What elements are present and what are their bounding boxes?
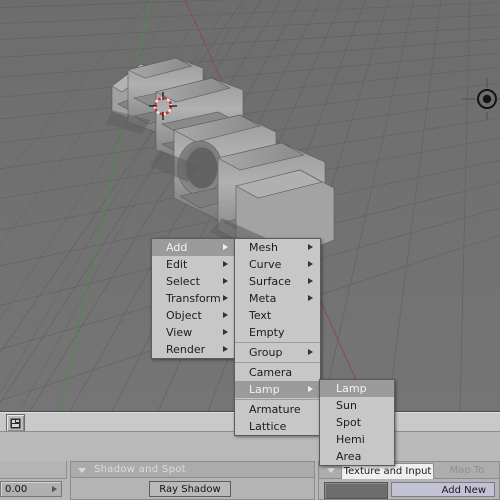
add-new-button[interactable]: Add New (391, 482, 495, 497)
menu-item-label: Spot (336, 416, 362, 429)
lamp-submenu-item-spot[interactable]: Spot (320, 414, 394, 431)
space-menu-item-edit[interactable]: Edit (152, 256, 235, 273)
menu-item-label: Surface (249, 275, 291, 288)
chevron-right-icon[interactable] (308, 278, 313, 284)
chevron-right-icon[interactable] (308, 261, 313, 267)
chevron-right-icon[interactable] (223, 295, 228, 301)
menu-item-label: Lamp (249, 383, 280, 396)
shadow-panel-body: Ray Shadow (70, 478, 315, 500)
numeric-field-value: 0.00 (5, 484, 28, 495)
numeric-field[interactable]: 0.00 (0, 481, 62, 497)
space-menu-item-transform[interactable]: Transform (152, 290, 235, 307)
shadow-and-spot-panel: Shadow and Spot Ray Shadow (70, 461, 315, 500)
menu-item-label: Lattice (249, 420, 287, 433)
blender-window: 0.00 Shadow and Spot Ray Shadow Texture … (0, 0, 500, 500)
chevron-right-icon[interactable] (52, 486, 57, 492)
menu-separator (235, 342, 320, 343)
menu-item-label: Empty (249, 326, 285, 339)
menu-item-label: Meta (249, 292, 277, 305)
add-menu[interactable]: Mesh Curve Surface Meta Text Empty Group Camera… (234, 238, 321, 436)
add-menu-item-empty[interactable]: Empty (235, 324, 320, 341)
chevron-right-icon[interactable] (308, 349, 313, 355)
chevron-right-icon[interactable] (308, 386, 313, 392)
chevron-right-icon[interactable] (223, 329, 228, 335)
chevron-right-icon[interactable] (308, 295, 313, 301)
menu-item-label: Hemi (336, 433, 365, 446)
add-menu-item-armature[interactable]: Armature (235, 401, 320, 418)
space-menu-item-render[interactable]: Render (152, 341, 235, 358)
menu-item-label: Object (166, 309, 202, 322)
chevron-right-icon[interactable] (223, 261, 228, 267)
lamp-submenu-item-area[interactable]: Area (320, 448, 394, 465)
add-menu-item-camera[interactable]: Camera (235, 364, 320, 381)
chevron-right-icon[interactable] (223, 278, 228, 284)
space-menu-item-object[interactable]: Object (152, 307, 235, 324)
lamp-submenu-item-lamp[interactable]: Lamp (320, 380, 394, 397)
editor-type-icon[interactable] (6, 414, 25, 432)
menu-item-label: Edit (166, 258, 188, 271)
texture-panel-body: Add New (318, 479, 500, 500)
texture-preview-swatch[interactable] (324, 482, 388, 499)
add-menu-item-lamp[interactable]: Lamp (235, 381, 320, 398)
lamp-submenu-item-hemi[interactable]: Hemi (320, 431, 394, 448)
menu-separator (235, 362, 320, 363)
shadow-panel-title: Shadow and Spot (94, 464, 186, 475)
add-menu-item-surface[interactable]: Surface (235, 273, 320, 290)
menu-item-label: Lamp (336, 382, 367, 395)
menu-item-label: Camera (249, 366, 293, 379)
menu-item-label: Group (249, 346, 283, 359)
shadow-panel-header[interactable]: Shadow and Spot (70, 461, 315, 478)
space-menu[interactable]: Add Edit Select Transform Object View Render (151, 238, 236, 359)
add-menu-item-text[interactable]: Text (235, 307, 320, 324)
add-menu-item-meta[interactable]: Meta (235, 290, 320, 307)
chevron-right-icon[interactable] (223, 244, 228, 250)
chevron-down-icon[interactable] (327, 468, 335, 473)
menu-item-label: Sun (336, 399, 357, 412)
menu-item-label: Select (166, 275, 200, 288)
add-menu-item-mesh[interactable]: Mesh (235, 239, 320, 256)
space-menu-item-add[interactable]: Add (152, 239, 235, 256)
space-menu-item-view[interactable]: View (152, 324, 235, 341)
menu-item-label: Render (166, 343, 206, 356)
buttons-window: 0.00 Shadow and Spot Ray Shadow Texture … (0, 461, 500, 500)
menu-item-label: Curve (249, 258, 282, 271)
menu-item-label: View (166, 326, 193, 339)
add-menu-item-lattice[interactable]: Lattice (235, 418, 320, 435)
menu-item-label: Text (249, 309, 272, 322)
add-menu-item-group[interactable]: Group (235, 344, 320, 361)
chevron-right-icon[interactable] (223, 346, 228, 352)
menu-item-label: Add (166, 241, 188, 254)
chevron-down-icon[interactable] (78, 468, 86, 473)
add-menu-item-curve[interactable]: Curve (235, 256, 320, 273)
menu-item-label: Area (336, 450, 362, 463)
lamp-submenu-item-sun[interactable]: Sun (320, 397, 394, 414)
left-panel-frame (0, 461, 67, 479)
chevron-right-icon[interactable] (308, 244, 313, 250)
menu-item-label: Armature (249, 403, 301, 416)
menu-separator (235, 399, 320, 400)
chevron-right-icon[interactable] (223, 312, 228, 318)
ray-shadow-button[interactable]: Ray Shadow (149, 481, 231, 497)
menu-item-label: Mesh (249, 241, 278, 254)
tab-map-to[interactable]: Map To (437, 463, 497, 479)
texture-panel: Texture and Input Map To Add New (318, 461, 500, 500)
left-field-group: 0.00 (0, 461, 68, 500)
space-menu-item-select[interactable]: Select (152, 273, 235, 290)
menu-item-label: Transform (166, 292, 221, 305)
lamp-submenu[interactable]: Lamp Sun Spot Hemi Area (319, 379, 395, 466)
